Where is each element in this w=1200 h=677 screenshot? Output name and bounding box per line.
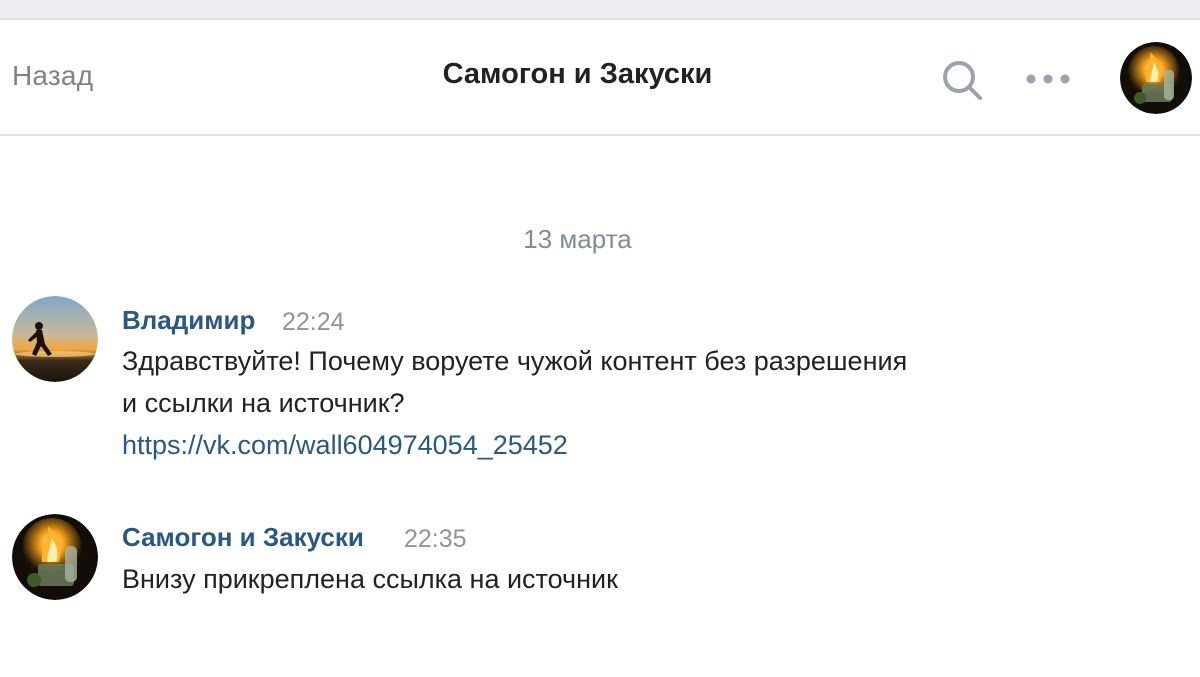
message-item: Самогон и Закуски 22:35 Внизу прикреплен…	[0, 514, 1200, 614]
group-avatar[interactable]	[1120, 42, 1192, 114]
group-avatar[interactable]	[12, 514, 98, 600]
message-text-line: и ссылки на источник?	[122, 388, 405, 418]
user-avatar[interactable]	[12, 296, 98, 382]
more-dots-icon[interactable]	[1025, 69, 1071, 89]
message-link[interactable]: https://vk.com/wall604974054_25452	[122, 430, 568, 461]
message-text-line: Здравствуйте! Почему воруете чужой конте…	[122, 346, 908, 376]
chat-header: Назад Самогон и Закуски	[0, 22, 1200, 136]
browser-top-strip	[0, 0, 1200, 20]
date-separator: 13 марта	[523, 224, 632, 254]
message-time: 22:35	[404, 525, 467, 553]
message-item: Владимир 22:24 Здравствуйте! Почему вору…	[0, 296, 1200, 476]
search-icon[interactable]	[940, 58, 984, 102]
message-author[interactable]: Самогон и Закуски	[122, 522, 364, 553]
message-time: 22:24	[282, 308, 345, 336]
message-text-line: Внизу прикреплена ссылка на источник	[122, 564, 618, 594]
message-author[interactable]: Владимир	[122, 305, 255, 336]
